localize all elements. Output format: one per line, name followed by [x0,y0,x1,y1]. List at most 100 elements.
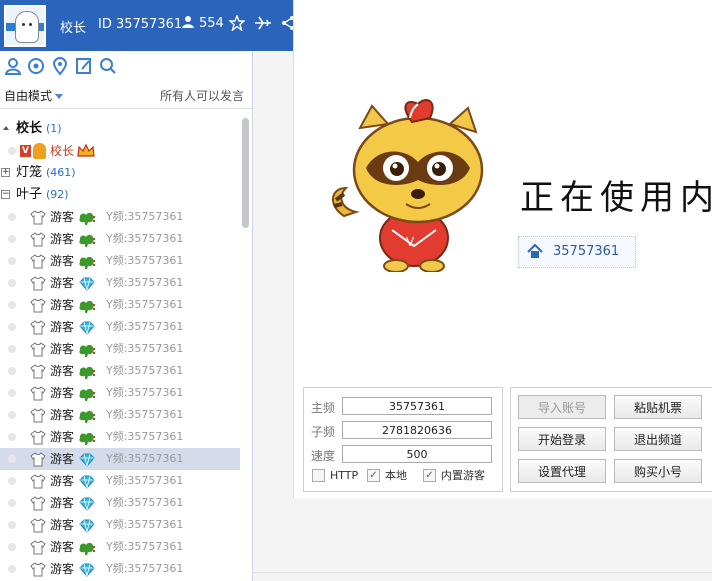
expand-icon[interactable]: + [1,168,10,177]
collapse-arrow-icon[interactable] [1,124,10,133]
user-row[interactable]: 游客 Y频:35757361 [0,426,240,448]
user-row[interactable]: 游客 Y频:35757361 [0,382,240,404]
star-icon[interactable] [228,14,247,33]
exit-channel-button[interactable]: 退出频道 [614,427,702,451]
http-label: HTTP [330,469,359,482]
online-count: 554 [199,16,224,31]
status-dot [8,235,16,243]
group-count: (92) [46,188,69,201]
status-dot [8,543,16,551]
user-name: 游客 [50,408,75,422]
user-row[interactable]: 游客 Y频:35757361 [0,360,240,382]
user-id: Y频:35757361 [106,562,184,575]
import-account-button[interactable]: 导入账号 [518,395,606,419]
diamond-icon [78,474,96,489]
status-dot [8,565,16,573]
user-row[interactable]: 游客 Y频:35757361 [0,338,240,360]
user-name: 游客 [50,320,75,334]
user-name: 游客 [50,452,75,466]
local-check-box[interactable]: ✓ [367,469,380,482]
user-row[interactable]: 游客 Y频:35757361 [0,448,240,470]
shirt-icon [30,561,46,577]
status-dot [8,477,16,485]
member-tree: 校长 (1) V 校长 + 灯笼 (461) − 叶子 (92) 游客 Y频:35757361 游客 Y频… [0,118,240,580]
status-dot [8,323,16,331]
shirt-icon [30,473,46,489]
settings-panel: 主频 35757361 子频 2781820636 速度 500 HTTP ✓ 本… [303,387,503,492]
shirt-icon [30,253,46,269]
status-dot [8,147,16,155]
user-row[interactable]: 游客 Y频:35757361 [0,558,240,580]
user-row[interactable]: 游客 Y频:35757361 [0,316,240,338]
user-row[interactable]: 游客 Y频:35757361 [0,294,240,316]
builtin-guest-check-box[interactable]: ✓ [423,469,436,482]
user-id: Y频:35757361 [106,518,184,531]
shirt-icon [30,517,46,533]
http-check-box[interactable] [312,469,325,482]
tree-gift-icon [78,210,96,225]
user-row[interactable]: 游客 Y频:35757361 [0,206,240,228]
tree-gift-icon [78,430,96,445]
mode-dropdown[interactable]: 自由模式 [4,87,64,104]
user-name: 游客 [50,210,75,224]
user-id: Y频:35757361 [106,276,184,289]
tree-gift-icon [78,342,96,357]
collapse-icon[interactable]: − [1,190,10,199]
chevron-down-icon [55,94,64,99]
user-id: Y频:35757361 [106,386,184,399]
scrollbar-thumb[interactable] [242,118,249,228]
user-row[interactable]: 游客 Y频:35757361 [0,250,240,272]
user-id: Y频:35757361 [106,320,184,333]
share-icon[interactable] [280,15,293,33]
group-count: (461) [46,166,76,179]
principal-row[interactable]: V 校长 [0,140,240,162]
user-icon[interactable] [3,56,23,76]
user-row[interactable]: 游客 Y频:35757361 [0,404,240,426]
status-dot [8,345,16,353]
refresh-icon[interactable] [26,56,46,76]
tree-gift-icon [78,254,96,269]
user-row[interactable]: 游客 Y频:35757361 [0,228,240,250]
user-id: Y频:35757361 [106,540,184,553]
location-icon[interactable] [50,56,70,76]
shirt-icon [30,209,46,225]
group-row[interactable]: 校长 (1) [0,118,240,140]
shirt-icon [30,407,46,423]
buy-account-button[interactable]: 购买小号 [614,459,702,483]
start-login-button[interactable]: 开始登录 [518,427,606,451]
speed-input[interactable]: 500 [342,445,492,463]
user-id: Y频:35757361 [106,298,184,311]
vip-badge: V [20,145,31,157]
main-channel-input[interactable]: 35757361 [342,397,492,415]
group-row[interactable]: − 叶子 (92) [0,184,240,206]
user-name: 游客 [50,540,75,554]
user-id: Y频:35757361 [106,210,184,223]
user-row[interactable]: 游客 Y频:35757361 [0,470,240,492]
user-row[interactable]: 游客 Y频:35757361 [0,536,240,558]
channel-header: 校长 ID 35757361 554 [0,0,293,51]
user-name: 游客 [50,254,75,268]
status-dot [8,433,16,441]
diamond-icon [78,496,96,511]
room-id-box: 35757361 [518,236,636,268]
group-name: 叶子 [16,187,43,202]
user-row[interactable]: 游客 Y频:35757361 [0,514,240,536]
plane-icon[interactable] [254,15,272,33]
scrollbar[interactable] [240,112,252,581]
user-row[interactable]: 游客 Y频:35757361 [0,272,240,294]
tree-gift-icon [78,232,96,247]
status-dot [8,301,16,309]
user-row[interactable]: 游客 Y频:35757361 [0,492,240,514]
avatar[interactable] [4,5,46,47]
edit-icon[interactable] [74,56,94,76]
shirt-icon [30,341,46,357]
shirt-icon [30,429,46,445]
sub-channel-input[interactable]: 2781820636 [342,421,492,439]
set-proxy-button[interactable]: 设置代理 [518,459,606,483]
paste-ticket-button[interactable]: 粘贴机票 [614,395,702,419]
mode-label: 自由模式 [4,89,53,103]
group-row[interactable]: + 灯笼 (461) [0,162,240,184]
search-icon[interactable] [98,56,118,76]
user-name: 游客 [50,518,75,532]
user-name: 游客 [50,496,75,510]
